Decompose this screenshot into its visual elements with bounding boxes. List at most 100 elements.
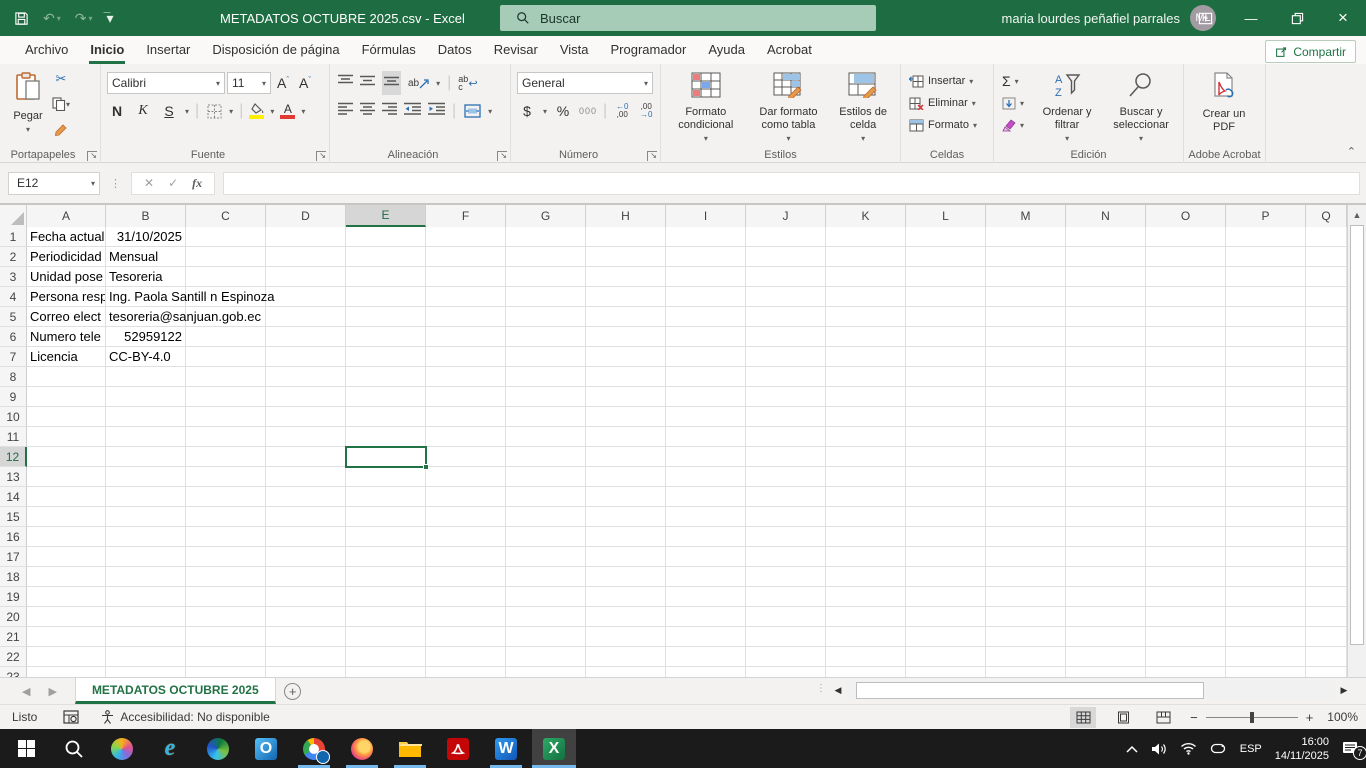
tab-fórmulas[interactable]: Fórmulas	[351, 37, 427, 64]
cell-J9[interactable]	[746, 387, 826, 407]
cell-F17[interactable]	[426, 547, 506, 567]
cell-D14[interactable]	[266, 487, 346, 507]
cell-C22[interactable]	[186, 647, 266, 667]
cell-A12[interactable]	[27, 447, 106, 467]
column-header-D[interactable]: D	[266, 205, 346, 227]
cell-I15[interactable]	[666, 507, 746, 527]
cell-F3[interactable]	[426, 267, 506, 287]
cell-N23[interactable]	[1066, 667, 1146, 677]
cell-E18[interactable]	[346, 567, 426, 587]
cell-B4[interactable]: Ing. Paola Santill n Espinoza	[106, 287, 186, 307]
cell-O12[interactable]	[1146, 447, 1226, 467]
cell-D5[interactable]	[266, 307, 346, 327]
cell-B19[interactable]	[106, 587, 186, 607]
cell-D6[interactable]	[266, 327, 346, 347]
row-header-12[interactable]: 12	[0, 447, 27, 467]
cell-C15[interactable]	[186, 507, 266, 527]
cell-P4[interactable]	[1226, 287, 1306, 307]
font-name-select[interactable]: Calibri▾	[107, 72, 225, 94]
cell-O3[interactable]	[1146, 267, 1226, 287]
cell-P9[interactable]	[1226, 387, 1306, 407]
clock[interactable]: 16:00 14/11/2025	[1275, 735, 1329, 763]
tab-disposición-de-página[interactable]: Disposición de página	[201, 37, 350, 64]
cell-D7[interactable]	[266, 347, 346, 367]
minimize-icon[interactable]: —	[1228, 0, 1274, 36]
tabbar-splitter[interactable]: ⋮	[816, 683, 826, 694]
cell-N6[interactable]	[1066, 327, 1146, 347]
scroll-right-icon[interactable]: ▶	[1336, 685, 1352, 696]
cell-A3[interactable]: Unidad pose	[27, 267, 106, 287]
save-icon[interactable]	[14, 11, 29, 26]
align-right-icon[interactable]	[382, 102, 397, 120]
sort-filter-button[interactable]: AZ Ordenar y filtrar ▾	[1031, 68, 1103, 146]
format-as-table-button[interactable]: Dar formato como tabla ▾	[747, 68, 831, 146]
cell-M14[interactable]	[986, 487, 1066, 507]
cell-N20[interactable]	[1066, 607, 1146, 627]
cell-B8[interactable]	[106, 367, 186, 387]
cell-C10[interactable]	[186, 407, 266, 427]
cell-B14[interactable]	[106, 487, 186, 507]
fill-color-icon[interactable]	[249, 103, 264, 119]
cell-J13[interactable]	[746, 467, 826, 487]
cell-N3[interactable]	[1066, 267, 1146, 287]
cell-G11[interactable]	[506, 427, 586, 447]
cell-L2[interactable]	[906, 247, 986, 267]
cell-G19[interactable]	[506, 587, 586, 607]
cell-E10[interactable]	[346, 407, 426, 427]
row-header-16[interactable]: 16	[0, 527, 27, 547]
cell-J14[interactable]	[746, 487, 826, 507]
cell-D1[interactable]	[266, 227, 346, 247]
cell-I10[interactable]	[666, 407, 746, 427]
cell-N10[interactable]	[1066, 407, 1146, 427]
column-header-N[interactable]: N	[1066, 205, 1146, 227]
currency-icon[interactable]: $	[517, 103, 537, 119]
decrease-indent-icon[interactable]	[404, 102, 421, 120]
cell-A19[interactable]	[27, 587, 106, 607]
cell-K21[interactable]	[826, 627, 906, 647]
cell-M10[interactable]	[986, 407, 1066, 427]
cell-P6[interactable]	[1226, 327, 1306, 347]
sheet-grid[interactable]: 1Fecha actual31/10/20252PeriodicidadMens…	[0, 227, 1347, 677]
start-button[interactable]	[4, 729, 48, 768]
cell-E15[interactable]	[346, 507, 426, 527]
cell-N16[interactable]	[1066, 527, 1146, 547]
find-select-button[interactable]: Buscar y seleccionar ▾	[1103, 68, 1179, 146]
column-header-K[interactable]: K	[826, 205, 906, 227]
cell-B10[interactable]	[106, 407, 186, 427]
row-header-18[interactable]: 18	[0, 567, 27, 587]
percent-icon[interactable]: %	[553, 103, 573, 119]
cell-P11[interactable]	[1226, 427, 1306, 447]
cell-N13[interactable]	[1066, 467, 1146, 487]
cell-M6[interactable]	[986, 327, 1066, 347]
cell-I13[interactable]	[666, 467, 746, 487]
align-middle-icon[interactable]	[360, 74, 375, 92]
cell-C21[interactable]	[186, 627, 266, 647]
cell-H2[interactable]	[586, 247, 666, 267]
cell-Q13[interactable]	[1306, 467, 1347, 487]
cell-H5[interactable]	[586, 307, 666, 327]
cell-K23[interactable]	[826, 667, 906, 677]
cell-O14[interactable]	[1146, 487, 1226, 507]
cell-O16[interactable]	[1146, 527, 1226, 547]
column-header-C[interactable]: C	[186, 205, 266, 227]
cell-C18[interactable]	[186, 567, 266, 587]
cell-M21[interactable]	[986, 627, 1066, 647]
cell-D3[interactable]	[266, 267, 346, 287]
zoom-level[interactable]: 100%	[1327, 710, 1358, 724]
accessibility-status[interactable]: Accesibilidad: No disponible	[101, 710, 269, 724]
scroll-left-icon[interactable]: ◀	[830, 685, 846, 696]
cell-P18[interactable]	[1226, 567, 1306, 587]
sheet-next-icon[interactable]: ▶	[48, 685, 56, 698]
column-header-A[interactable]: A	[27, 205, 106, 227]
cell-L23[interactable]	[906, 667, 986, 677]
cell-J16[interactable]	[746, 527, 826, 547]
cell-D17[interactable]	[266, 547, 346, 567]
cell-F13[interactable]	[426, 467, 506, 487]
cell-P8[interactable]	[1226, 367, 1306, 387]
cell-Q22[interactable]	[1306, 647, 1347, 667]
cell-G13[interactable]	[506, 467, 586, 487]
cell-M3[interactable]	[986, 267, 1066, 287]
cell-G1[interactable]	[506, 227, 586, 247]
cell-K17[interactable]	[826, 547, 906, 567]
row-header-7[interactable]: 7	[0, 347, 27, 367]
